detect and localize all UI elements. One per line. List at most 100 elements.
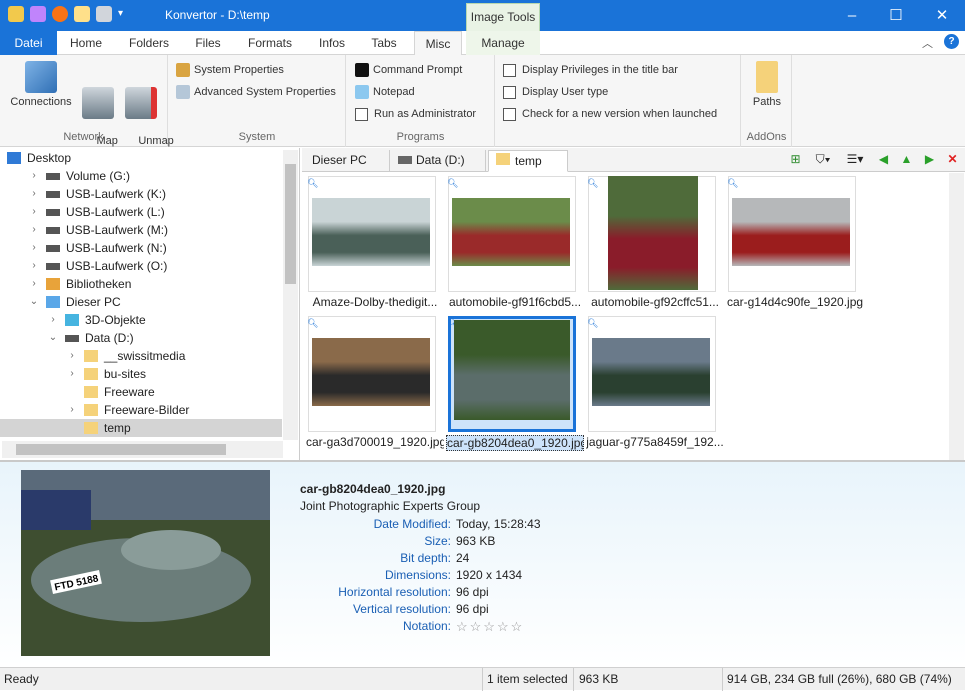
filter-icon[interactable]: ⛉▾	[810, 152, 836, 167]
display-privileges-check[interactable]	[503, 63, 516, 77]
tab-formats[interactable]: Formats	[240, 31, 300, 55]
file-thumbnail[interactable]: 🔍︎ Amaze-Dolby-thedigit...	[304, 174, 444, 309]
tab-misc[interactable]: Misc	[414, 31, 462, 56]
property-value: 24	[456, 551, 470, 565]
chevron-right-icon[interactable]: ›	[29, 257, 39, 275]
chevron-down-icon[interactable]: ⌄	[29, 293, 39, 311]
display-user-type-checkbox[interactable]: Display User type	[503, 83, 608, 101]
tree-item[interactable]: temp	[0, 419, 282, 437]
chevron-right-icon[interactable]: ›	[29, 221, 39, 239]
help-icon[interactable]: ?	[944, 34, 959, 49]
path-tab-dieser-pc[interactable]: Dieser PC	[304, 150, 390, 172]
chevron-right-icon[interactable]: ›	[29, 275, 39, 293]
close-button[interactable]: ✕	[919, 0, 965, 31]
tab-manage[interactable]: Manage	[466, 31, 540, 55]
tab-files[interactable]: Files	[186, 31, 230, 55]
tree-item[interactable]: › Freeware-Bilder	[0, 401, 282, 419]
tree-item[interactable]: › USB-Laufwerk (L:)	[0, 203, 282, 221]
file-thumbnail[interactable]: 🔍︎ jaguar-g775a8459f_192...	[584, 314, 724, 449]
rating-stars[interactable]: ☆☆☆☆☆	[456, 618, 524, 635]
chevron-right-icon[interactable]: ›	[67, 401, 77, 419]
zoom-icon[interactable]: 🔍︎	[587, 318, 598, 329]
chevron-right-icon[interactable]: ›	[29, 167, 39, 185]
chevron-down-icon[interactable]: ⌄	[48, 329, 58, 347]
group-network: Connections Map Drive Unmap Drive Networ…	[0, 55, 174, 160]
drive-icon	[46, 263, 60, 270]
file-thumbnail[interactable]: 🔍︎ automobile-gf92cffc51...	[584, 174, 724, 309]
zoom-icon[interactable]: 🔍︎	[587, 178, 598, 189]
tree-item[interactable]: › __swissitmedia	[0, 347, 282, 365]
qat-dropdown-icon[interactable]: ▾	[118, 6, 123, 22]
check-version-checkbox[interactable]: Check for a new version when launched	[503, 105, 717, 123]
drive-icon	[398, 156, 412, 164]
tree-vertical-scrollbar[interactable]	[283, 150, 298, 440]
file-thumbnail[interactable]: 🔍︎ car-g14d4c90fe_1920.jpg	[724, 174, 864, 309]
tree-horizontal-scrollbar[interactable]	[2, 441, 283, 458]
thumbnail-image	[452, 198, 570, 266]
tab-datei[interactable]: Datei	[0, 31, 57, 55]
tree-item[interactable]: › bu-sites	[0, 365, 282, 383]
zoom-icon[interactable]: 🔍︎	[727, 178, 738, 189]
chevron-right-icon[interactable]: ›	[29, 203, 39, 221]
zoom-icon[interactable]: 🔍︎	[447, 178, 458, 189]
command-prompt-button[interactable]: Command Prompt	[355, 61, 462, 79]
scroll-thumb[interactable]	[16, 444, 226, 455]
tree-item[interactable]: › USB-Laufwerk (M:)	[0, 221, 282, 239]
advanced-system-properties-button[interactable]: Advanced System Properties	[176, 83, 336, 101]
system-properties-button[interactable]: System Properties	[176, 61, 284, 79]
tree-item[interactable]: Desktop	[0, 149, 282, 167]
tree-item[interactable]: ⌄ Dieser PC	[0, 293, 282, 311]
minimize-button[interactable]: –	[829, 0, 875, 31]
chevron-right-icon[interactable]: ›	[48, 311, 58, 329]
display-privileges-checkbox[interactable]: Display Privileges in the title bar	[503, 61, 678, 79]
file-thumbnail[interactable]: 🔍︎ automobile-gf91f6cbd5...	[444, 174, 584, 309]
tab-home[interactable]: Home	[60, 31, 112, 55]
drive-icon	[46, 173, 60, 180]
notepad-button[interactable]: Notepad	[355, 83, 415, 101]
tab-tabs[interactable]: Tabs	[362, 31, 406, 55]
tab-infos[interactable]: Infos	[310, 31, 354, 55]
chevron-right-icon[interactable]: ›	[67, 347, 77, 365]
tree-item[interactable]: › USB-Laufwerk (K:)	[0, 185, 282, 203]
browser-icon[interactable]	[52, 6, 68, 22]
new-tab-icon[interactable]: ⊞	[788, 152, 803, 167]
chevron-right-icon[interactable]: ›	[29, 185, 39, 203]
tab-folders[interactable]: Folders	[120, 31, 178, 55]
file-name: car-g14d4c90fe_1920.jpg	[726, 295, 864, 309]
view-options-icon[interactable]: ☰▾	[842, 152, 868, 167]
check-version-check[interactable]	[503, 107, 516, 121]
maximize-button[interactable]: ☐	[873, 0, 919, 31]
tree-item[interactable]: › USB-Laufwerk (O:)	[0, 257, 282, 275]
app-icon[interactable]	[8, 6, 24, 22]
zoom-icon[interactable]: 🔍︎	[307, 178, 318, 189]
display-user-type-check[interactable]	[503, 85, 516, 99]
grid-vertical-scrollbar[interactable]	[949, 173, 964, 460]
paths-button[interactable]: Paths	[746, 61, 788, 109]
file-thumbnail[interactable]: 🔍︎ car-gb8204dea0_1920.jpg	[444, 314, 584, 451]
tree-item[interactable]: Freeware	[0, 383, 282, 401]
run-as-admin-checkbox[interactable]: Run as Administrator	[355, 105, 476, 123]
back-icon[interactable]: ◀	[876, 152, 891, 167]
forward-icon[interactable]: ▶	[922, 152, 937, 167]
folder-icon[interactable]	[74, 6, 90, 22]
group-label-system: System	[238, 131, 276, 143]
binoculars-icon[interactable]	[30, 6, 46, 22]
up-icon[interactable]: ▲	[899, 152, 914, 167]
drive-icon[interactable]	[96, 6, 112, 22]
folder-icon	[84, 422, 98, 434]
chevron-right-icon[interactable]: ›	[29, 239, 39, 257]
zoom-icon[interactable]: 🔍︎	[307, 318, 318, 329]
run-as-admin-check[interactable]	[355, 107, 368, 121]
tree-item-label: USB-Laufwerk (L:)	[66, 205, 165, 219]
tree-item[interactable]: › 3D-Objekte	[0, 311, 282, 329]
connections-button[interactable]: Connections	[6, 61, 76, 109]
tree-item[interactable]: › Bibliotheken	[0, 275, 282, 293]
collapse-ribbon-icon[interactable]: ︿	[922, 35, 933, 51]
file-thumbnail[interactable]: 🔍︎ car-ga3d700019_1920.jpg	[304, 314, 444, 449]
chevron-right-icon[interactable]: ›	[67, 365, 77, 383]
scroll-thumb[interactable]	[285, 164, 296, 284]
tree-item[interactable]: › Volume (G:)	[0, 167, 282, 185]
close-tab-icon[interactable]: ✕	[945, 152, 960, 167]
tree-item[interactable]: ⌄ Data (D:)	[0, 329, 282, 347]
tree-item[interactable]: › USB-Laufwerk (N:)	[0, 239, 282, 257]
